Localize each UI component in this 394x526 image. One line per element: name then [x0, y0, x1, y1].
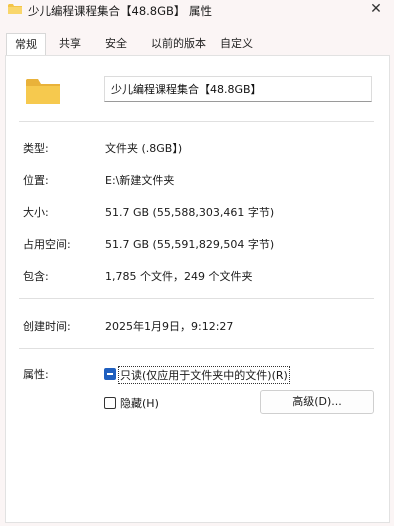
created-value: 2025年1月9日，9:12:27: [105, 320, 234, 333]
tab-security[interactable]: 安全: [105, 33, 127, 55]
location-value: E:\新建文件夹: [105, 174, 175, 187]
advanced-button[interactable]: 高级(D)...: [260, 390, 374, 414]
divider: [19, 298, 374, 299]
tab-sharing[interactable]: 共享: [59, 33, 81, 55]
size-value: 51.7 GB (55,588,303,461 字节): [105, 206, 275, 219]
location-label: 位置:: [23, 174, 49, 187]
window-title: 少儿编程课程集合【48.8GB】 属性: [28, 4, 213, 18]
title-bar: 少儿编程课程集合【48.8GB】 属性 ✕: [0, 0, 394, 30]
attributes-label: 属性:: [23, 368, 49, 381]
folder-icon: [8, 4, 22, 14]
general-panel: 类型: 文件夹 (.8GB】) 位置: E:\新建文件夹 大小: 51.7 GB…: [5, 55, 390, 523]
close-icon: ✕: [370, 1, 382, 17]
contains-value: 1,785 个文件，249 个文件夹: [105, 270, 253, 283]
readonly-label[interactable]: 只读(仅应用于文件夹中的文件)(R): [118, 366, 290, 384]
type-value: 文件夹 (.8GB】): [105, 142, 183, 155]
hidden-label[interactable]: 隐藏(H): [120, 395, 159, 411]
close-button[interactable]: ✕: [366, 0, 386, 18]
tab-previous-versions[interactable]: 以前的版本: [151, 33, 206, 55]
size-on-disk-label: 占用空间:: [23, 238, 71, 251]
readonly-checkbox[interactable]: [104, 368, 116, 380]
folder-name-input[interactable]: [104, 76, 372, 102]
size-label: 大小:: [23, 206, 49, 219]
tab-customize[interactable]: 自定义: [220, 33, 253, 55]
folder-icon: [26, 79, 60, 104]
divider: [19, 348, 374, 349]
tab-general[interactable]: 常规: [6, 33, 46, 56]
contains-label: 包含:: [23, 270, 49, 283]
divider: [19, 121, 374, 122]
size-on-disk-value: 51.7 GB (55,591,829,504 字节): [105, 238, 275, 251]
created-label: 创建时间:: [23, 320, 71, 333]
type-label: 类型:: [23, 142, 49, 155]
hidden-checkbox[interactable]: [104, 397, 116, 409]
